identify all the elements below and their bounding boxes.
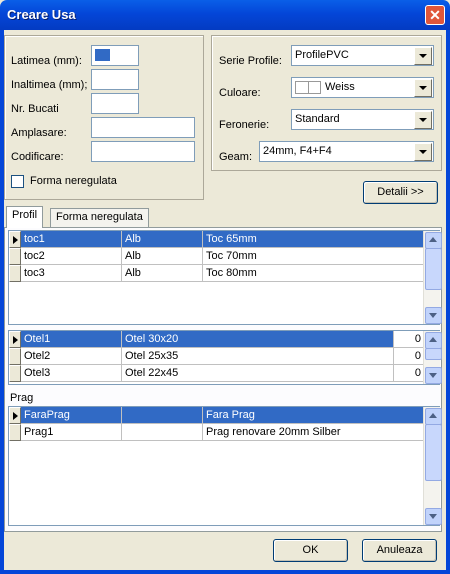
scroll-thumb[interactable] [425,424,442,481]
color-swatch [295,81,321,94]
profil-description: Toc 80mm [203,265,425,282]
profil-color: Alb [122,248,203,265]
otel-quantity: 0 [394,348,425,365]
scroll-down-icon[interactable] [425,367,442,384]
inaltimea-label: Inaltimea (mm); [11,79,88,91]
prag-description: Prag renovare 20mm Silber [203,424,425,441]
row-indicator [9,265,21,282]
otel-code: Otel1 [21,331,122,348]
prag-grid: FaraPrag Fara Prag Prag1 Prag renovare 2… [8,406,442,526]
scroll-thumb[interactable] [425,248,442,290]
window-frame-bottom [0,570,450,574]
chevron-down-icon[interactable] [414,79,432,97]
serie-profile-value: ProfilePVC [295,49,349,61]
profil-code: toc1 [21,231,122,248]
geam-value: 24mm, F4+F4 [263,145,332,157]
tab-profil[interactable]: Profil [6,206,44,228]
row-indicator [9,248,21,265]
profil-code: toc3 [21,265,122,282]
prag-extra [122,407,203,424]
forma-neregulata-checkbox[interactable] [11,175,24,188]
ok-button[interactable]: OK [273,539,348,562]
inaltimea-input[interactable] [91,69,139,90]
nr-bucati-input[interactable] [91,93,139,114]
scroll-up-icon[interactable] [425,408,442,425]
geam-label: Geam: [219,151,253,163]
codificare-input[interactable] [91,141,195,162]
row-indicator [9,231,21,248]
nr-bucati-label: Nr. Bucati [11,103,59,115]
profil-scrollbar[interactable] [423,231,442,324]
feronerie-label: Feronerie: [219,119,270,131]
prag-description: Fara Prag [203,407,425,424]
scroll-up-icon[interactable] [425,332,442,349]
scroll-down-icon[interactable] [425,307,442,324]
row-indicator [9,365,21,382]
prag-extra [122,424,203,441]
row-indicator [9,348,21,365]
culoare-select[interactable]: Weiss [291,77,434,98]
otel-scrollbar[interactable] [423,331,442,384]
profil-grid: toc1 Alb Toc 65mm toc2 Alb Toc 70mm toc3… [8,230,442,325]
feronerie-select[interactable]: Standard [291,109,434,130]
codificare-label: Codificare: [11,151,64,163]
cancel-button[interactable]: Anuleaza [362,539,437,562]
otel-description: Otel 30x20 [122,331,394,348]
row-indicator [9,331,21,348]
latimea-label: Latimea (mm): [11,55,82,67]
scroll-up-icon[interactable] [425,232,442,249]
otel-quantity: 0 [394,331,425,348]
text-selection-highlight [95,49,110,61]
otel-code: Otel2 [21,348,122,365]
chevron-down-icon[interactable] [414,143,432,161]
amplasare-label: Amplasare: [11,127,67,139]
close-button[interactable]: ✕ [425,5,445,25]
culoare-label: Culoare: [219,87,261,99]
serie-profile-select[interactable]: ProfilePVC [291,45,434,66]
feronerie-value: Standard [295,113,340,125]
profil-code: toc2 [21,248,122,265]
otel-description: Otel 25x35 [122,348,394,365]
row-indicator [9,407,21,424]
geam-select[interactable]: 24mm, F4+F4 [259,141,434,162]
profil-color: Alb [122,265,203,282]
otel-grid: Otel1 Otel 30x20 0 Otel2 Otel 25x35 0 Ot… [8,330,442,385]
serie-profile-label: Serie Profile: [219,55,282,67]
otel-code: Otel3 [21,365,122,382]
row-pointer-icon [13,336,18,344]
window-title: Creare Usa [7,7,76,22]
detalii-button[interactable]: Detalii >> [363,181,438,204]
otel-quantity: 0 [394,365,425,382]
row-indicator [9,424,21,441]
scroll-down-icon[interactable] [425,508,442,525]
row-pointer-icon [13,412,18,420]
amplasare-input[interactable] [91,117,195,138]
profil-description: Toc 65mm [203,231,425,248]
otel-description: Otel 22x45 [122,365,394,382]
profil-color: Alb [122,231,203,248]
chevron-down-icon[interactable] [414,47,432,65]
profil-description: Toc 70mm [203,248,425,265]
chevron-down-icon[interactable] [414,111,432,129]
close-icon: ✕ [429,7,441,23]
latimea-input[interactable] [91,45,139,66]
culoare-value: Weiss [325,81,355,93]
prag-label: Prag [10,392,34,404]
prag-scrollbar[interactable] [423,407,442,525]
window-frame-right [446,30,450,574]
forma-neregulata-checkbox-label: Forma neregulata [30,175,117,187]
tab-forma-neregulata[interactable]: Forma neregulata [50,208,149,227]
row-pointer-icon [13,236,18,244]
prag-code: Prag1 [21,424,122,441]
scroll-thumb[interactable] [425,348,442,360]
prag-code: FaraPrag [21,407,122,424]
